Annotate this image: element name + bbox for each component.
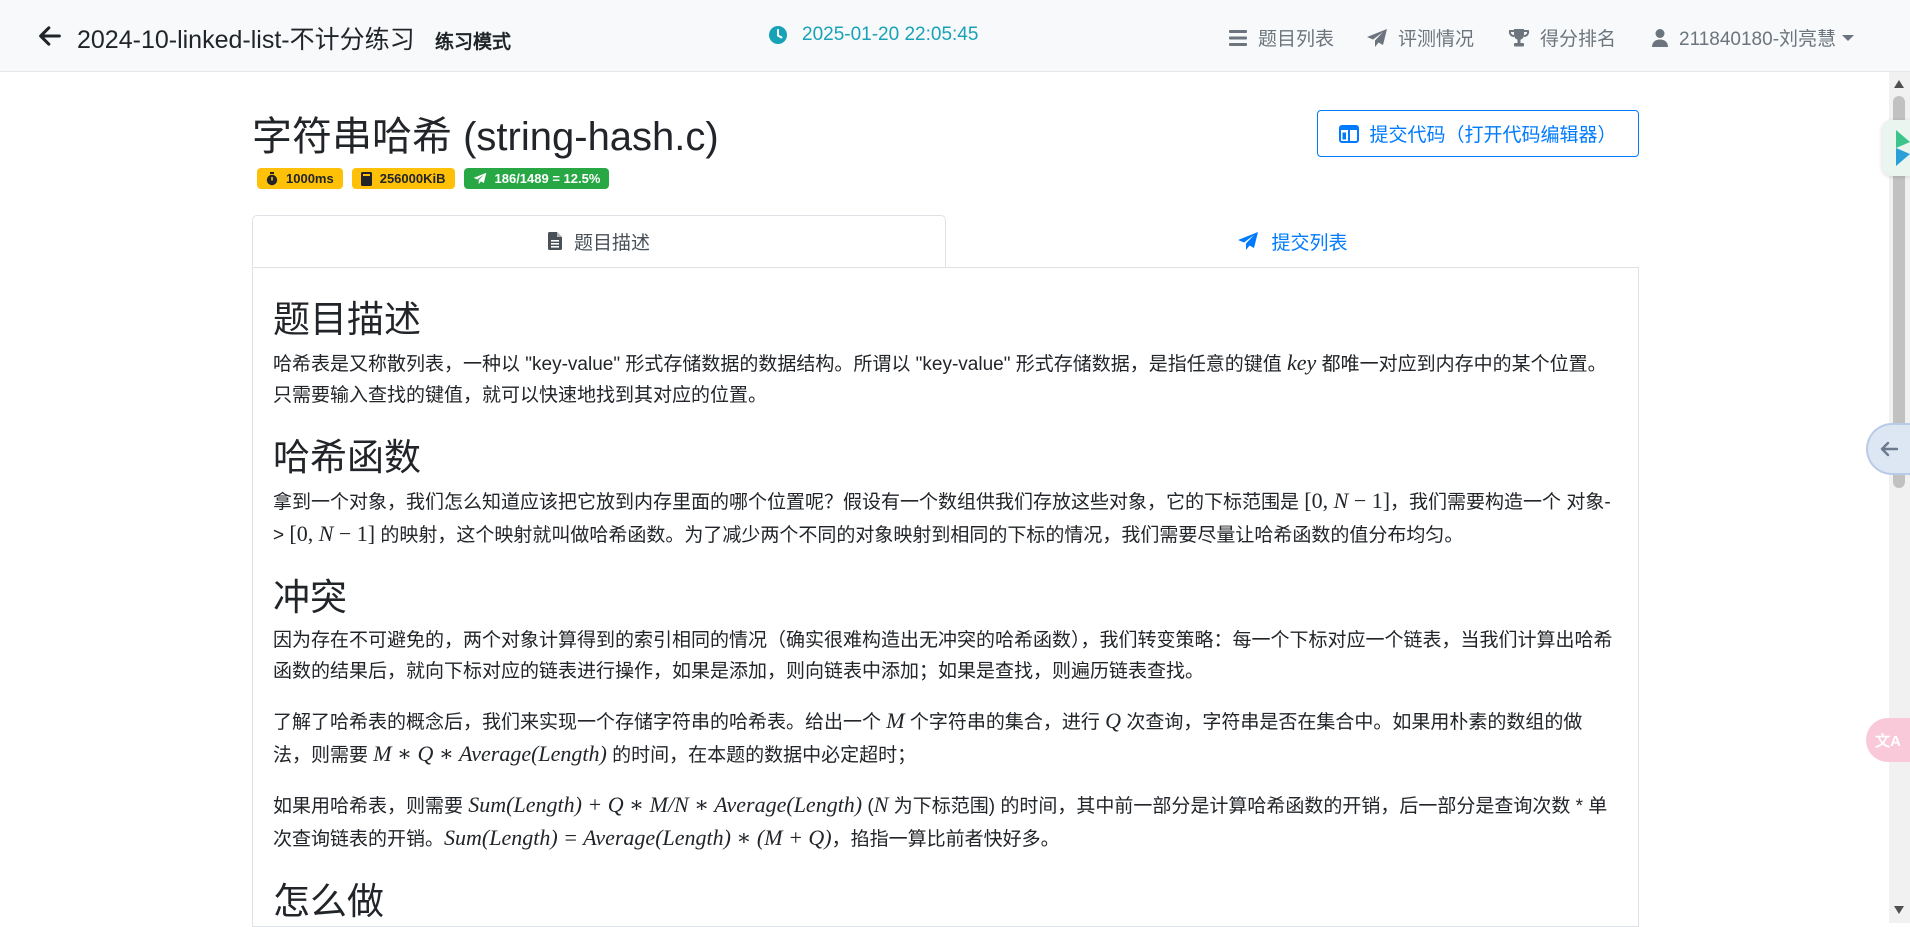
user-menu[interactable]: 211840180-刘亮慧	[1651, 24, 1855, 51]
memory-icon	[360, 171, 372, 186]
math-range: [0, N − 1]	[289, 521, 375, 546]
nav-judge-status-label: 评测情况	[1398, 29, 1475, 50]
problem-tabs: 题目描述 提交列表	[252, 215, 1639, 268]
math-var: Q	[1105, 708, 1122, 733]
editor-icon	[1339, 124, 1360, 143]
text-run: 的映射，这个映射就叫做哈希函数。为了减少两个不同的对象映射到相同的下标的情况，我…	[375, 525, 1464, 546]
math-range: [0, N − 1]	[1304, 488, 1390, 513]
text-run: 拿到一个对象，我们怎么知道应该把它放到内存里面的哪个位置呢？假设有一个数组供我们…	[273, 492, 1305, 513]
math-part: [0,	[289, 521, 319, 546]
nav-problem-list-label: 题目列表	[1258, 29, 1335, 50]
extension-logo-icon	[1896, 130, 1910, 166]
section-heading-hash-function: 哈希函数	[273, 437, 421, 478]
tab-description-label: 题目描述	[573, 232, 650, 254]
memory-limit-text: 256000KiB	[379, 171, 446, 186]
scroll-up-arrow-icon[interactable]	[1894, 80, 1904, 88]
math-var: M	[886, 708, 905, 733]
time-limit-badge: 1000ms	[257, 168, 343, 189]
top-navbar: 2024-10-linked-list-不计分练习 练习模式 2025-01-2…	[0, 0, 1910, 72]
mode-label: 练习模式	[435, 32, 512, 53]
text-run: 了解了哈希表的概念后，我们来实现一个存储字符串的哈希表。给出一个	[273, 712, 887, 733]
nav-ranking-label: 得分排名	[1540, 29, 1617, 50]
nav-ranking[interactable]: 得分排名	[1508, 24, 1616, 51]
section-heading-description: 题目描述	[273, 299, 421, 340]
submit-code-label: 提交代码（打开代码编辑器）	[1369, 125, 1617, 146]
math-part: − 1]	[333, 521, 376, 546]
paragraph-naive: 了解了哈希表的概念后，我们来实现一个存储字符串的哈希表。给出一个 M 个字符串的…	[273, 705, 1613, 771]
paragraph-hash-cost: 如果用哈希表，则需要 Sum(Length) + Q ∗ M/N ∗ Avera…	[273, 789, 1613, 855]
paper-plane-icon	[1367, 28, 1387, 47]
user-name: 211840180-刘亮慧	[1679, 29, 1837, 50]
text-run: 的时间，在本题的数据中必定超时；	[606, 745, 917, 766]
problem-badges: 1000ms 256000KiB 186/1489 = 12.5%	[257, 168, 610, 189]
problem-title: 字符串哈希 (string-hash.c)	[252, 115, 719, 159]
accept-rate-badge: 186/1489 = 12.5%	[463, 168, 610, 189]
paper-plane-icon	[473, 172, 486, 185]
tab-submissions-label: 提交列表	[1271, 232, 1348, 254]
scroll-down-arrow-icon[interactable]	[1894, 906, 1904, 914]
chevron-down-icon	[1842, 34, 1855, 41]
list-icon	[1229, 29, 1247, 46]
math-var: N	[318, 521, 334, 546]
translate-label: 文A	[1875, 732, 1901, 750]
math-expr: Sum(Length) = Average(Length) ∗ (M + Q)	[444, 825, 832, 850]
math-var: N	[1333, 488, 1349, 513]
file-text-icon	[547, 232, 562, 250]
translate-button[interactable]: 文A	[1866, 718, 1910, 762]
text-run: 个字符串的集合，进行	[904, 712, 1106, 733]
section-heading-collision: 冲突	[273, 577, 347, 618]
paragraph-hash-function: 拿到一个对象，我们怎么知道应该把它放到内存里面的哪个位置呢？假设有一个数组供我们…	[273, 485, 1613, 551]
nav-problem-list[interactable]: 题目列表	[1228, 24, 1334, 51]
text-run: 如果用哈希表，则需要	[273, 796, 469, 817]
math-part: − 1]	[1348, 488, 1391, 513]
clock-icon	[769, 26, 787, 44]
paragraph-intro: 哈希表是又称散列表，一种以 "key-value" 形式存储数据的数据结构。所谓…	[273, 347, 1613, 411]
math-expr: M ∗ Q ∗ Average(Length)	[373, 741, 607, 766]
trophy-icon	[1508, 28, 1530, 46]
math-key: key	[1287, 350, 1317, 375]
accept-rate-text: 186/1489 = 12.5%	[494, 171, 601, 186]
nav-judge-status[interactable]: 评测情况	[1366, 24, 1474, 51]
server-time: 2025-01-20 22:05:45	[768, 24, 978, 46]
page-scrollbar[interactable]	[1889, 72, 1910, 923]
time-text: 2025-01-20 22:05:45	[802, 24, 979, 45]
section-heading-how-to: 怎么做	[273, 881, 384, 922]
text-run: ，掐指一算比前者快好多。	[831, 829, 1060, 850]
submit-code-button[interactable]: 提交代码（打开代码编辑器）	[1317, 110, 1639, 157]
text-run: (	[862, 796, 874, 817]
back-arrow-icon[interactable]	[36, 22, 64, 50]
user-icon	[1652, 28, 1668, 47]
stopwatch-icon	[266, 171, 278, 185]
contest-title: 2024-10-linked-list-不计分练习	[77, 26, 415, 54]
math-expr: Sum(Length) + Q ∗ M/N ∗ Average(Length)	[468, 792, 863, 817]
sidebar-toggle-button[interactable]	[1866, 423, 1910, 475]
problem-statement: 题目描述 哈希表是又称散列表，一种以 "key-value" 形式存储数据的数据…	[273, 267, 1613, 925]
problem-content: 题目描述 哈希表是又称散列表，一种以 "key-value" 形式存储数据的数据…	[252, 267, 1639, 927]
paper-plane-icon	[1238, 232, 1259, 250]
paragraph-collision: 因为存在不可避免的，两个对象计算得到的索引相同的情况（确实很难构造出无冲突的哈希…	[273, 630, 1613, 682]
math-var: N	[873, 792, 889, 817]
text-run: 哈希表是又称散列表，一种以 "key-value" 形式存储数据的数据结构。所谓…	[273, 354, 1288, 375]
tab-submissions[interactable]: 提交列表	[946, 215, 1639, 267]
memory-limit-badge: 256000KiB	[351, 168, 455, 189]
tab-description[interactable]: 题目描述	[252, 215, 946, 267]
extension-widget[interactable]	[1882, 120, 1910, 176]
arrow-left-icon	[1880, 441, 1898, 457]
math-part: [0,	[1304, 488, 1334, 513]
time-limit-text: 1000ms	[286, 171, 334, 186]
